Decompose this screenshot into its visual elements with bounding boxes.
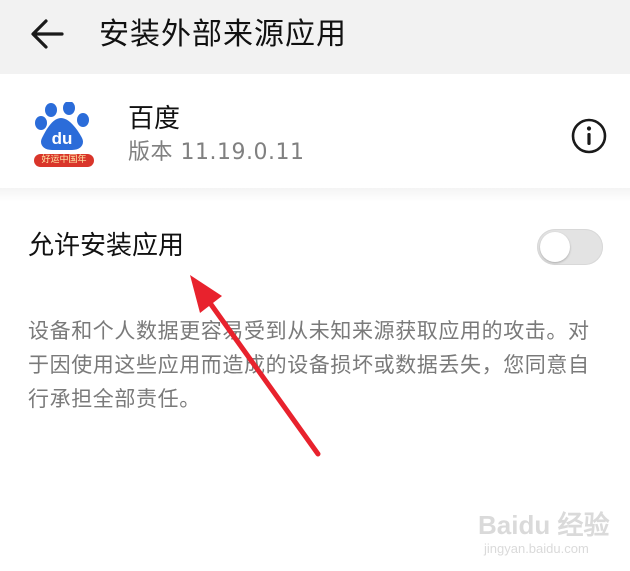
app-bar: 安装外部来源应用 — [0, 0, 630, 74]
allow-install-row[interactable]: 允许安装应用 — [0, 208, 630, 284]
allow-install-toggle[interactable] — [537, 229, 603, 265]
app-icon-badge-text: 好运中国年 — [41, 155, 87, 165]
screen: 安装外部来源应用 du 好运中国年 百度 版本 11.19.0.11 允许安装应… — [0, 0, 630, 571]
arrow-left-icon — [31, 19, 64, 49]
app-info-button[interactable] — [570, 117, 608, 155]
watermark-brand: Baidu 经验 — [478, 510, 610, 540]
watermark-url: jingyan.baidu.com — [484, 541, 589, 556]
app-version: 版本 11.19.0.11 — [128, 140, 305, 165]
allow-install-label: 允许安装应用 — [28, 231, 185, 261]
section-divider — [0, 188, 630, 202]
page-title: 安装外部来源应用 — [99, 17, 347, 52]
baidu-jingyan-watermark: Baidu 经验 jingyan.baidu.com — [478, 505, 618, 561]
info-circle-icon — [571, 118, 607, 154]
svg-text:du: du — [52, 129, 73, 148]
baidu-app-icon: du 好运中国年 — [28, 101, 100, 168]
app-name: 百度 — [128, 104, 181, 134]
app-info-card: du 好运中国年 百度 版本 11.19.0.11 — [0, 74, 630, 192]
back-button[interactable] — [26, 12, 70, 56]
toggle-knob — [540, 232, 570, 262]
security-warning-text: 设备和个人数据更容易受到从未知来源获取应用的攻击。对于因使用这些应用而造成的设备… — [28, 319, 590, 411]
